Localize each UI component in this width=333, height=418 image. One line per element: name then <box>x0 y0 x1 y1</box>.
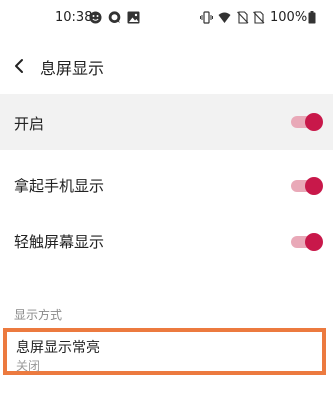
page-title: 息屏显示 <box>40 59 105 78</box>
no-sim-2-icon <box>253 11 265 24</box>
tap-toggle[interactable] <box>291 233 323 251</box>
no-sim-icon <box>237 11 249 24</box>
screen: 10:38 100% 息屏显示 开启 拿起手机显示 轻触屏幕显示 显示方式 息屏… <box>0 0 333 418</box>
pickup-toggle[interactable] <box>291 177 323 195</box>
setting-label-pickup: 拿起手机显示 <box>14 177 105 195</box>
setting-row-tap[interactable]: 轻触屏幕显示 <box>0 214 333 270</box>
master-switch-row[interactable]: 开启 <box>0 94 333 150</box>
toggle-knob <box>305 113 323 131</box>
always-on-title: 息屏显示常亮 <box>16 340 100 356</box>
section-header-display-mode: 显示方式 <box>14 308 63 322</box>
battery-icon <box>308 11 316 24</box>
app-header: 息屏显示 <box>0 46 333 86</box>
vibrate-icon <box>200 11 213 24</box>
always-on-display-row[interactable]: 息屏显示常亮 关闭 <box>3 328 326 375</box>
status-time: 10:38 <box>55 10 93 25</box>
notification-smiley-icon <box>89 11 102 24</box>
master-switch-label: 开启 <box>14 115 45 133</box>
back-arrow-icon[interactable] <box>10 54 30 78</box>
master-toggle[interactable] <box>291 113 323 131</box>
battery-percentage: 100% <box>270 10 308 25</box>
setting-label-tap: 轻触屏幕显示 <box>14 233 105 251</box>
setting-row-pickup[interactable]: 拿起手机显示 <box>0 158 333 214</box>
always-on-value: 关闭 <box>16 359 41 373</box>
toggle-knob <box>305 233 323 251</box>
toggle-knob <box>305 177 323 195</box>
notification-chat-icon <box>108 11 121 23</box>
wifi-icon <box>218 12 231 23</box>
status-bar: 10:38 100% <box>0 0 333 36</box>
notification-image-icon <box>127 11 140 24</box>
